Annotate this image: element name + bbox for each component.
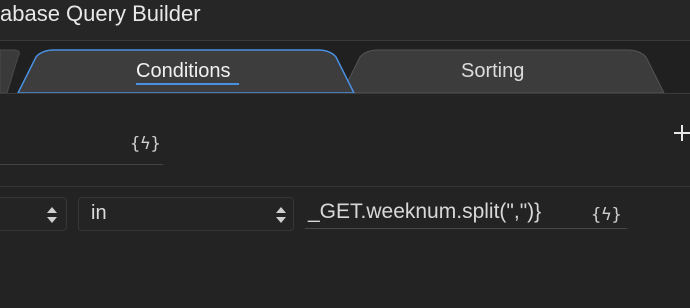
field-input-underline[interactable] [0, 164, 163, 165]
tab-conditions[interactable]: Conditions [136, 60, 231, 83]
dynamic-data-icon[interactable]: {ϟ} [591, 205, 622, 225]
updown-arrows-icon [47, 207, 57, 223]
tab-shapes [0, 49, 665, 93]
value-input-underline [305, 228, 627, 229]
field-select[interactable] [0, 197, 67, 231]
updown-arrows-icon [276, 207, 286, 223]
window-title: abase Query Builder [0, 1, 201, 26]
condition-row: in _GET.weeknum.split(",")} {ϟ} [0, 187, 690, 247]
tab-sorting[interactable]: Sorting [461, 60, 524, 83]
tab-bar: Conditions Sorting [0, 41, 690, 94]
condition-group-row: {ϟ} [0, 94, 690, 187]
plus-icon-vertical [681, 125, 683, 141]
dynamic-data-icon[interactable]: {ϟ} [130, 134, 161, 154]
operator-value: in [91, 202, 107, 224]
window-titlebar: abase Query Builder [0, 0, 690, 41]
condition-value-input[interactable]: _GET.weeknum.split(",")} [308, 200, 541, 224]
operator-select[interactable]: in [78, 197, 294, 231]
active-tab-underline [136, 83, 239, 85]
